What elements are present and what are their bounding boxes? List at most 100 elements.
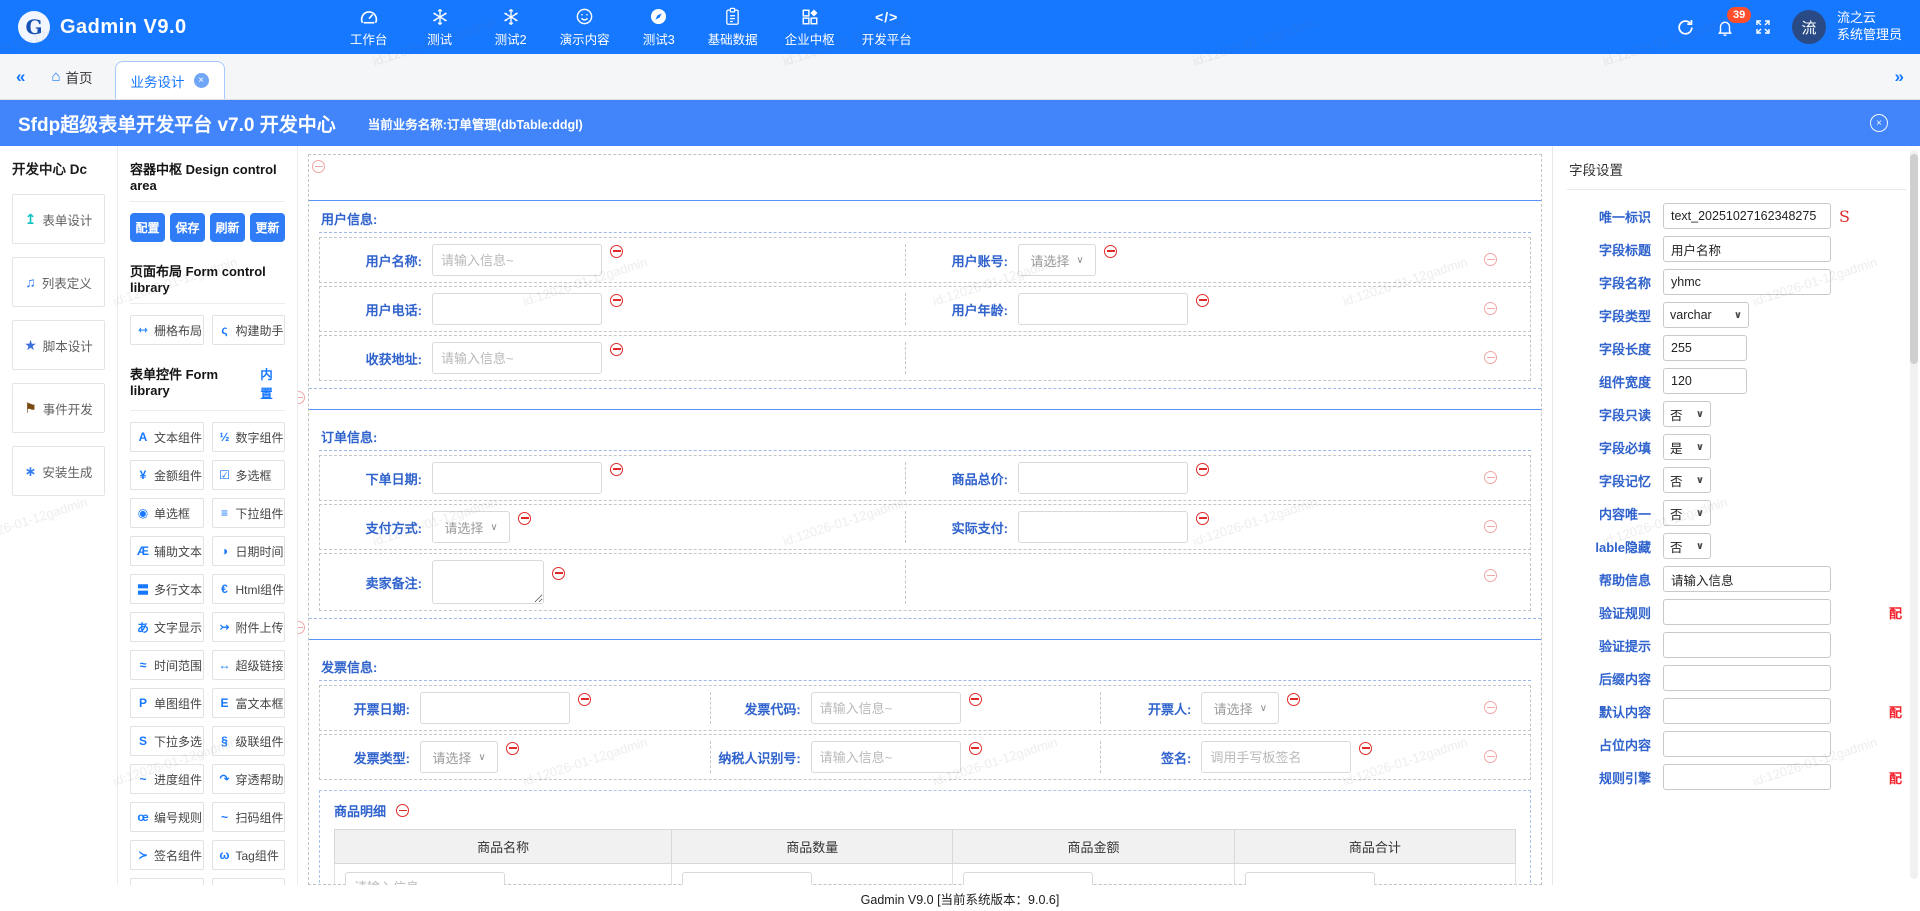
remove-field-icon[interactable] [1196, 512, 1209, 525]
remove-row-icon[interactable] [1484, 351, 1497, 364]
field-input-用户名称:[interactable] [432, 244, 602, 276]
sidebar-item-脚本设计[interactable]: ★脚本设计 [12, 320, 105, 370]
field-setting-input-占位内容[interactable] [1663, 731, 1831, 757]
control-编号规则[interactable]: œ编号规则 [130, 802, 204, 832]
field-setting-input-帮助信息[interactable] [1663, 566, 1831, 592]
collapse-tabs-icon[interactable]: « [16, 67, 25, 87]
field-select-支付方式:[interactable]: 请选择∨ [432, 511, 510, 543]
control-日期时间[interactable]: ◑日期时间 [212, 536, 286, 566]
remove-field-icon[interactable] [610, 294, 623, 307]
remove-field-icon[interactable] [1196, 463, 1209, 476]
field-input-发票代码:[interactable] [811, 692, 961, 724]
remove-row-icon[interactable] [1484, 750, 1497, 763]
control-多选框[interactable]: ☑多选框 [212, 460, 286, 490]
remove-container-icon[interactable] [312, 160, 325, 173]
expand-tabs-icon[interactable]: » [1895, 67, 1904, 87]
control-下拉组件[interactable]: ≡下拉组件 [212, 498, 286, 528]
control-金额组件[interactable]: ¥金额组件 [130, 460, 204, 490]
control-单图组件[interactable]: P单图组件 [130, 688, 204, 718]
field-setting-select-字段记忆[interactable]: 否∨ [1663, 467, 1711, 493]
remove-row-icon[interactable] [1484, 701, 1497, 714]
control-超级链接[interactable]: ↔超级链接 [212, 650, 286, 680]
remove-field-icon[interactable] [578, 693, 591, 706]
field-setting-input-字段长度[interactable] [1663, 335, 1747, 361]
action-button-更新[interactable]: 更新 [250, 213, 285, 242]
nav-item-测试2[interactable]: 测试2 [489, 7, 533, 48]
field-input-下单日期:[interactable] [432, 462, 602, 494]
detail-cell-input[interactable] [963, 872, 1093, 885]
remove-field-icon[interactable] [969, 742, 982, 755]
control-文字显示[interactable]: あ文字显示 [130, 612, 204, 642]
field-setting-select-字段类型[interactable]: varchar∨ [1663, 302, 1749, 328]
field-input-用户年龄:[interactable] [1018, 293, 1188, 325]
refresh-icon[interactable] [1676, 18, 1695, 37]
remove-field-icon[interactable] [610, 463, 623, 476]
scrollbar-thumb[interactable] [1910, 154, 1918, 364]
field-input-实际支付:[interactable] [1018, 511, 1188, 543]
remove-row-icon[interactable] [1484, 471, 1497, 484]
sidebar-item-安装生成[interactable]: ∗安装生成 [12, 446, 105, 496]
remove-field-icon[interactable] [610, 343, 623, 356]
nav-item-开发平台[interactable]: </>开发平台 [862, 7, 912, 48]
remove-field-icon[interactable] [1359, 742, 1372, 755]
remove-row-icon[interactable] [1484, 302, 1497, 315]
tab-business-design[interactable]: 业务设计 × [115, 61, 225, 99]
remove-field-icon[interactable] [1104, 245, 1117, 258]
sidebar-item-表单设计[interactable]: ↥表单设计 [12, 194, 105, 244]
detail-cell-input[interactable] [1245, 872, 1375, 885]
field-input-用户电话:[interactable] [432, 293, 602, 325]
field-input-商品总价:[interactable] [1018, 462, 1188, 494]
tab-home[interactable]: ⌂ 首页 [51, 67, 92, 87]
field-setting-input-验证规则[interactable] [1663, 599, 1831, 625]
remove-section-icon[interactable] [298, 391, 305, 404]
remove-field-icon[interactable] [506, 742, 519, 755]
control-Tag组件[interactable]: ωTag组件 [212, 840, 286, 870]
fullscreen-icon[interactable] [1755, 19, 1771, 35]
user-avatar[interactable]: 流 [1792, 10, 1826, 44]
field-setting-select-内容唯一[interactable]: 否∨ [1663, 500, 1711, 526]
sidebar-item-列表定义[interactable]: ♫列表定义 [12, 257, 105, 307]
field-setting-input-验证提示[interactable] [1663, 632, 1831, 658]
field-setting-select-字段必填[interactable]: 是∨ [1663, 434, 1711, 460]
close-tab-icon[interactable]: × [194, 73, 209, 88]
field-input-收获地址:[interactable] [432, 342, 602, 374]
field-setting-input-默认内容[interactable] [1663, 698, 1831, 724]
control-时间范围[interactable]: ≈时间范围 [130, 650, 204, 680]
control-单选框[interactable]: ◉单选框 [130, 498, 204, 528]
field-setting-input-规则引擎[interactable] [1663, 764, 1831, 790]
remove-row-icon[interactable] [1484, 253, 1497, 266]
control-文本组件[interactable]: A文本组件 [130, 422, 204, 452]
field-setting-input-字段标题[interactable] [1663, 236, 1831, 262]
field-select-用户账号:[interactable]: 请选择∨ [1018, 244, 1096, 276]
remove-field-icon[interactable] [969, 693, 982, 706]
detail-cell-input[interactable] [345, 872, 505, 885]
remove-detail-table-icon[interactable] [396, 804, 409, 817]
remove-field-icon[interactable] [552, 567, 565, 580]
control-扫码组件[interactable]: ~扫码组件 [212, 802, 286, 832]
control-多行文本[interactable]: 〓多行文本 [130, 574, 204, 604]
field-input-纳税人识别号:[interactable] [811, 741, 961, 773]
field-textarea-卖家备注:[interactable] [432, 560, 544, 604]
action-button-刷新[interactable]: 刷新 [210, 213, 245, 242]
control-级联组件[interactable]: §级联组件 [212, 726, 286, 756]
nav-item-测试[interactable]: 测试 [418, 7, 462, 48]
sidebar-item-事件开发[interactable]: ⚑事件开发 [12, 383, 105, 433]
field-setting-input-唯一标识[interactable] [1663, 203, 1831, 229]
nav-item-工作台[interactable]: 工作台 [347, 7, 391, 48]
field-input-开票日期:[interactable] [420, 692, 570, 724]
control-辅助文本[interactable]: Æ辅助文本 [130, 536, 204, 566]
control-数字组件[interactable]: ½数字组件 [212, 422, 286, 452]
configure-link[interactable]: 配 [1889, 702, 1906, 721]
field-setting-input-组件宽度[interactable] [1663, 368, 1747, 394]
nav-item-测试3[interactable]: 测试3 [637, 7, 681, 48]
nav-item-基础数据[interactable]: 基础数据 [708, 7, 758, 48]
remove-section-icon[interactable] [298, 621, 305, 634]
control-附件上传[interactable]: ↣附件上传 [212, 612, 286, 642]
notifications-bell-icon[interactable]: 39 [1716, 18, 1734, 37]
nav-item-演示内容[interactable]: 演示内容 [560, 7, 610, 48]
remove-row-icon[interactable] [1484, 569, 1497, 582]
control-栅格布局[interactable]: ⇿栅格布局 [130, 315, 204, 345]
nav-item-企业中枢[interactable]: 企业中枢 [785, 7, 835, 48]
control-穿透帮助[interactable]: ↷穿透帮助 [212, 764, 286, 794]
field-input-签名:[interactable] [1201, 741, 1351, 773]
